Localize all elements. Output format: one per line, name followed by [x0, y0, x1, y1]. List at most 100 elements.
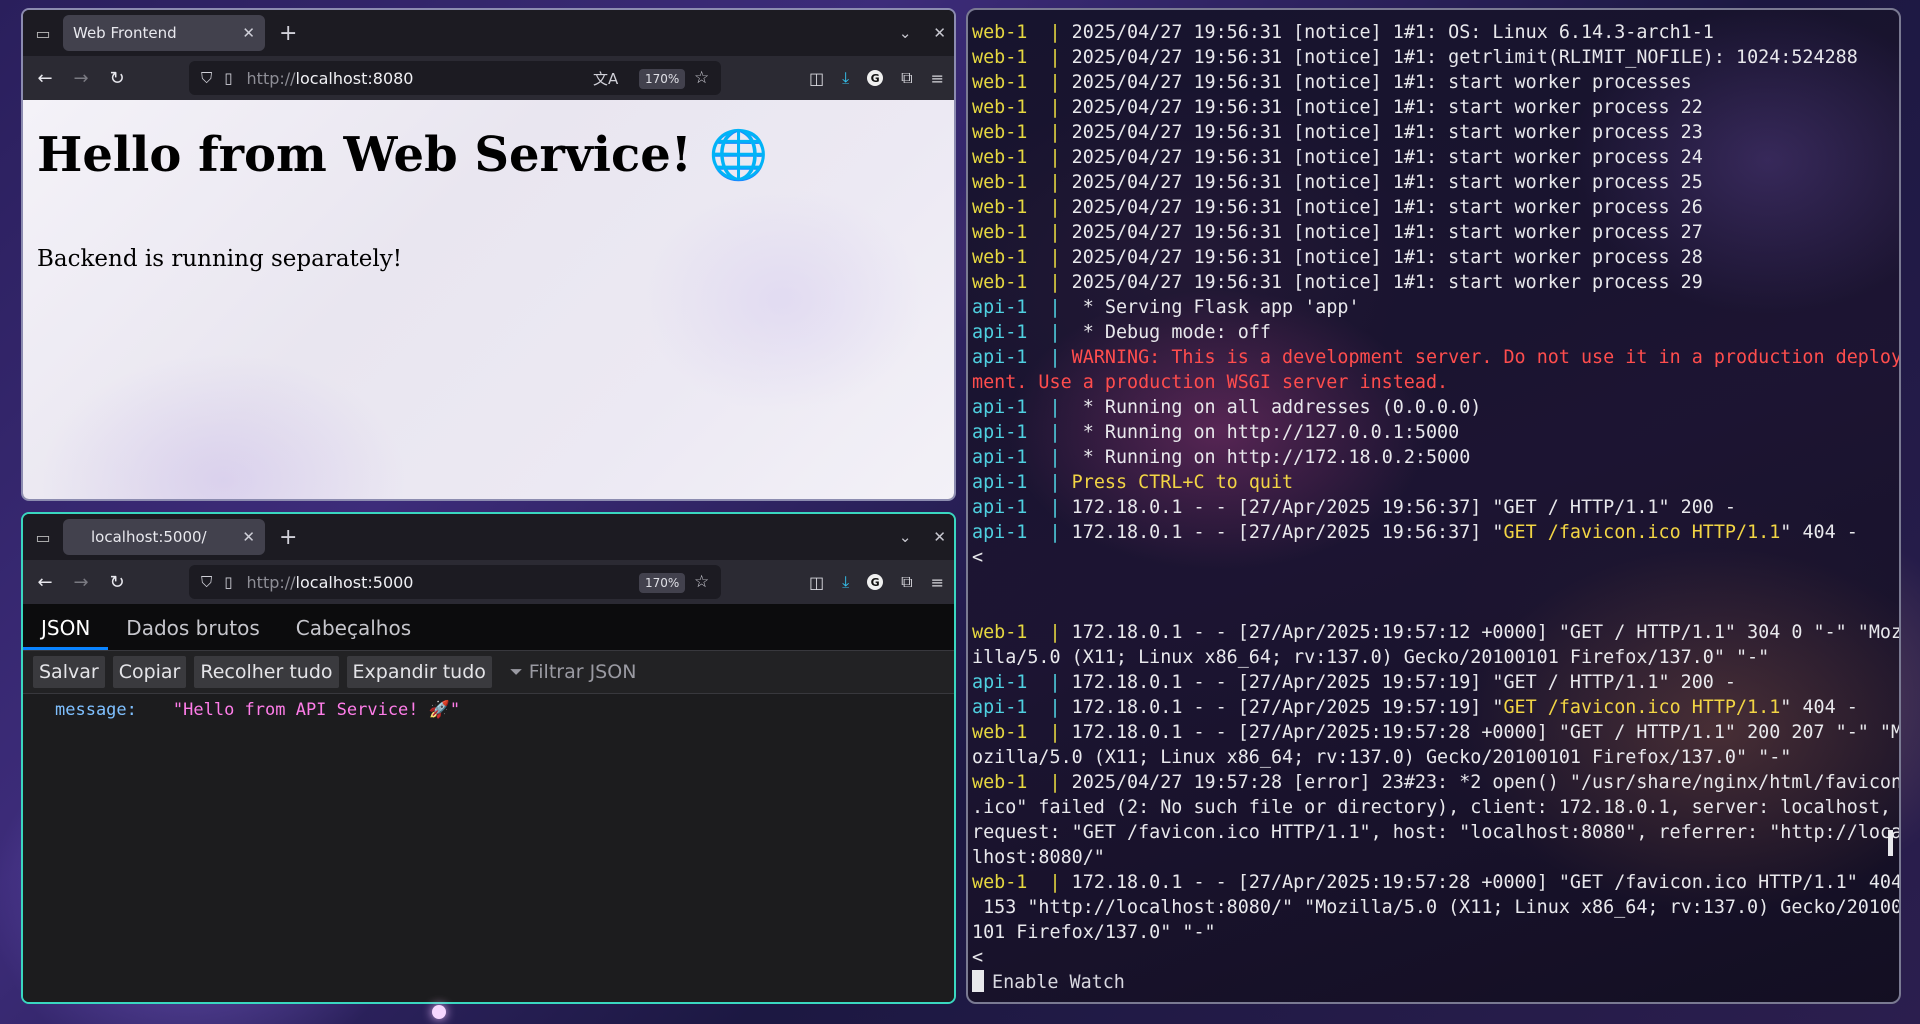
json-filter-input[interactable]: ⏷ Filtrar JSON — [510, 661, 637, 683]
terminal-window[interactable]: web-1 | 2025/04/27 19:56:31 [notice] 1#1… — [966, 8, 1901, 1004]
download-icon[interactable]: ⤓ — [842, 68, 849, 88]
zoom-badge[interactable]: 170% — [639, 69, 686, 89]
log-text: WARNING: This is a development server. D… — [1071, 347, 1899, 368]
tab-localhost-5000[interactable]: localhost:5000/ ✕ — [63, 519, 265, 555]
page-paragraph: Backend is running separately! — [37, 246, 403, 272]
log-text: < — [972, 547, 984, 568]
collapse-all-button[interactable]: Recolher tudo — [194, 656, 339, 688]
pocket-icon[interactable]: ◫ — [809, 69, 824, 88]
shield-icon[interactable]: ⛉ — [201, 69, 212, 87]
window-close-icon[interactable]: ✕ — [933, 528, 946, 546]
hamburger-icon[interactable]: ≡ — [931, 573, 944, 592]
web-page-content: Hello from Web Service! 🌐 Backend is run… — [23, 100, 954, 499]
log-text: * Running on all addresses (0.0.0.0) — [1082, 397, 1482, 418]
account-icon[interactable]: G — [867, 574, 884, 590]
url-host: localhost:8080 — [295, 68, 414, 88]
forward-arrow-icon[interactable]: → — [63, 68, 99, 89]
log-source: web-1 — [972, 122, 1028, 143]
download-icon[interactable]: ⤓ — [842, 572, 849, 592]
tab-web-frontend[interactable]: Web Frontend ✕ — [63, 15, 265, 51]
shield-icon[interactable]: ⛉ — [201, 573, 212, 591]
json-row[interactable]: message: "Hello from API Service! 🚀" — [55, 700, 460, 720]
back-arrow-icon[interactable]: ← — [27, 68, 63, 89]
url-host: localhost:5000 — [295, 572, 414, 592]
puzzle-icon[interactable]: ⧉ — [901, 572, 912, 592]
tab-title: localhost:5000/ — [91, 528, 207, 546]
log-source: web-1 — [972, 772, 1028, 793]
hamburger-icon[interactable]: ≡ — [931, 69, 944, 88]
log-source: api-1 — [972, 447, 1028, 468]
enable-watch-label: Enable Watch — [992, 972, 1125, 993]
url-prefix: http:// — [246, 68, 296, 88]
copy-button[interactable]: Copiar — [112, 656, 187, 688]
enable-watch-prompt[interactable]: Enable Watch — [972, 970, 1125, 993]
tab-bar: ▭ localhost:5000/ ✕ + ⌄ ✕ — [23, 514, 954, 560]
log-tail: " 404 - — [1780, 522, 1858, 543]
log-source: api-1 — [972, 472, 1028, 493]
zoom-badge[interactable]: 170% — [639, 573, 686, 593]
json-key: message: — [55, 700, 137, 720]
forward-arrow-icon[interactable]: → — [63, 572, 99, 593]
log-text: 172.18.0.1 - - [27/Apr/2025:19:57:12 +00… — [1071, 622, 1899, 643]
json-value: "Hello from API Service! 🚀" — [172, 700, 461, 720]
log-separator: | — [1027, 147, 1072, 168]
terminal-output: web-1 | 2025/04/27 19:56:31 [notice] 1#1… — [972, 20, 1899, 970]
page-icon[interactable]: ▯ — [224, 69, 232, 87]
account-icon[interactable]: G — [867, 70, 884, 86]
terminal-line: web-1 | 2025/04/27 19:57:28 [error] 23#2… — [972, 770, 1899, 795]
reload-icon[interactable]: ↻ — [99, 68, 135, 89]
plus-icon[interactable]: + — [279, 21, 297, 46]
tab-bar: ▭ Web Frontend ✕ + ⌄ ✕ — [23, 10, 954, 56]
terminal-line: api-1 | WARNING: This is a development s… — [972, 345, 1899, 370]
url-bar[interactable]: ⛉ ▯ http://localhost:5000 170% ☆ — [189, 565, 721, 599]
star-icon[interactable]: ☆ — [694, 68, 709, 88]
log-separator: | — [1027, 622, 1072, 643]
log-separator: | — [1027, 172, 1072, 193]
puzzle-icon[interactable]: ⧉ — [901, 68, 912, 88]
nav-bar: ← → ↻ ⛉ ▯ http://localhost:5000 170% ☆ ◫… — [23, 560, 954, 604]
url-text[interactable]: http://localhost:8080 — [247, 69, 414, 88]
tab-raw-data[interactable]: Dados brutos — [108, 616, 277, 650]
log-separator: | — [1027, 472, 1072, 493]
chevron-down-icon[interactable]: ⌄ — [899, 24, 912, 42]
log-text: 172.18.0.1 - - [27/Apr/2025 19:57:19] " — [1071, 697, 1504, 718]
tab-headers[interactable]: Cabeçalhos — [278, 616, 429, 650]
tab-list-icon[interactable]: ▭ — [33, 527, 53, 547]
filter-placeholder: Filtrar JSON — [528, 661, 637, 683]
save-button[interactable]: Salvar — [33, 656, 105, 688]
plus-icon[interactable]: + — [279, 525, 297, 550]
star-icon[interactable]: ☆ — [694, 572, 709, 592]
log-text: illa/5.0 (X11; Linux x86_64; rv:137.0) G… — [972, 647, 1770, 668]
close-icon[interactable]: ✕ — [242, 528, 255, 546]
log-source: api-1 — [972, 297, 1028, 318]
log-text: 172.18.0.1 - - [27/Apr/2025:19:57:28 +00… — [1071, 722, 1899, 743]
log-source: web-1 — [972, 172, 1028, 193]
taskbar-indicator — [432, 1005, 446, 1019]
terminal-line: api-1 | 172.18.0.1 - - [27/Apr/2025 19:5… — [972, 520, 1899, 545]
url-text[interactable]: http://localhost:5000 — [247, 573, 414, 592]
reload-icon[interactable]: ↻ — [99, 572, 135, 593]
log-text: 2025/04/27 19:57:28 [error] 23#23: *2 op… — [1071, 772, 1899, 793]
tab-json[interactable]: JSON — [23, 616, 109, 650]
log-source: web-1 — [972, 272, 1028, 293]
back-arrow-icon[interactable]: ← — [27, 572, 63, 593]
terminal-scroll-indicator[interactable] — [1888, 830, 1893, 856]
tab-list-icon[interactable]: ▭ — [33, 23, 53, 43]
log-source: web-1 — [972, 97, 1028, 118]
log-text: * Serving Flask app 'app' — [1082, 297, 1360, 318]
expand-all-button[interactable]: Expandir tudo — [346, 656, 492, 688]
terminal-line: web-1 | 2025/04/27 19:56:31 [notice] 1#1… — [972, 195, 1899, 220]
log-separator: | — [1027, 347, 1072, 368]
terminal-line: api-1 | Press CTRL+C to quit — [972, 470, 1899, 495]
terminal-cursor — [972, 970, 984, 992]
chevron-down-icon[interactable]: ⌄ — [899, 528, 912, 546]
url-bar[interactable]: ⛉ ▯ http://localhost:8080 文A 170% ☆ — [189, 61, 721, 95]
log-source: web-1 — [972, 872, 1028, 893]
page-icon[interactable]: ▯ — [224, 573, 232, 591]
close-icon[interactable]: ✕ — [242, 24, 255, 42]
window-close-icon[interactable]: ✕ — [933, 24, 946, 42]
translate-icon[interactable]: 文A — [593, 68, 618, 89]
log-separator: | — [1027, 72, 1072, 93]
pocket-icon[interactable]: ◫ — [809, 573, 824, 592]
